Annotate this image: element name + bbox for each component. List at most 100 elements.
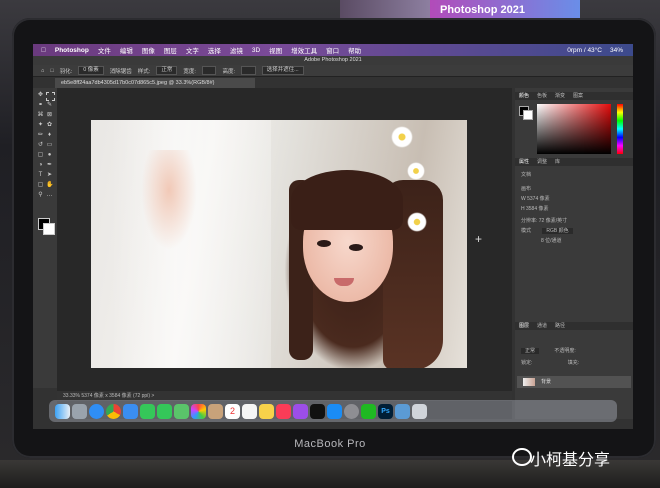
messages-icon[interactable] [157, 403, 172, 419]
trash-icon[interactable] [412, 403, 427, 419]
contacts-icon[interactable] [208, 403, 223, 419]
bg-color-chip[interactable] [523, 110, 533, 120]
more-tools-icon[interactable]: … [46, 192, 53, 199]
finder-icon[interactable] [55, 403, 70, 419]
mac-menubar:  Photoshop 文件 编辑 图像 图层 文字 选择 滤镜 3D 视图 增… [33, 44, 633, 56]
lock-label: 锁定: [521, 360, 533, 366]
chrome-icon[interactable] [106, 403, 121, 419]
menu-window[interactable]: 窗口 [326, 45, 339, 55]
wechat-icon[interactable] [361, 403, 376, 419]
facetime-icon[interactable] [140, 403, 155, 419]
menu-type[interactable]: 文字 [186, 45, 199, 55]
quick-select-icon[interactable]: ✎ [46, 102, 53, 109]
tab-properties[interactable]: 属性 [519, 158, 529, 166]
photos-icon[interactable] [191, 403, 206, 419]
width-input[interactable] [201, 66, 217, 75]
finder2-icon[interactable] [395, 403, 410, 419]
marquee-tool-icon[interactable] [46, 92, 55, 101]
width-field[interactable]: W 5374 像素 [521, 196, 627, 202]
mode-select[interactable]: RGB 颜色 [542, 228, 573, 234]
type-tool-icon[interactable]: T [37, 172, 44, 179]
pen-tool-icon[interactable]: ✒ [46, 162, 53, 169]
reminders-icon[interactable] [242, 403, 257, 419]
path-select-icon[interactable]: ➤ [46, 172, 53, 179]
mac-dock: 2 Ps [49, 400, 617, 422]
frame-tool-icon[interactable]: ⊠ [46, 112, 53, 119]
photoshop-icon[interactable]: Ps [378, 403, 393, 419]
height-field[interactable]: H 3584 像素 [521, 206, 627, 212]
eraser-icon[interactable]: ▭ [46, 142, 53, 149]
tab-channels[interactable]: 通道 [537, 322, 547, 330]
history-brush-icon[interactable]: ↺ [37, 142, 44, 149]
move-tool-icon[interactable]: ✥ [37, 92, 44, 99]
tab-swatches[interactable]: 色板 [537, 92, 547, 100]
menu-3d[interactable]: 3D [252, 47, 260, 54]
marquee-tool-icon[interactable]: □ [50, 68, 53, 74]
healing-brush-icon[interactable]: ✿ [46, 122, 53, 129]
maps-icon[interactable] [174, 403, 189, 419]
document-tab[interactable]: eb5e8ff24aa7db4305d17b0c07d865c5.jpeg @ … [55, 78, 255, 88]
crop-tool-icon[interactable]: ⌘ [37, 112, 44, 119]
apple-icon[interactable]:  [41, 47, 46, 54]
crosshair-cursor-icon: + [475, 232, 483, 246]
tab-layers[interactable]: 图层 [519, 322, 529, 330]
menu-view[interactable]: 视图 [269, 45, 282, 55]
style-label: 样式: [137, 68, 151, 75]
tab-paths[interactable]: 路径 [555, 322, 565, 330]
style-select[interactable]: 正常 [156, 66, 178, 75]
antialias-checkbox[interactable]: 消除锯齿 [110, 67, 132, 75]
menu-image[interactable]: 图像 [142, 45, 155, 55]
tab-libraries[interactable]: 库 [555, 158, 560, 166]
menu-file[interactable]: 文件 [98, 45, 111, 55]
menu-layer[interactable]: 图层 [164, 45, 177, 55]
hue-slider[interactable] [617, 104, 623, 154]
menu-edit[interactable]: 编辑 [120, 45, 133, 55]
notes-icon[interactable] [259, 403, 274, 419]
preferences-icon[interactable] [344, 403, 359, 419]
gradient-tool-icon[interactable]: ▢ [37, 152, 44, 159]
feather-label: 羽化: [59, 68, 73, 75]
fan-status[interactable]: 0rpm / 43°C [567, 47, 602, 54]
battery-status[interactable]: 34% [610, 47, 623, 54]
mail-icon[interactable] [123, 403, 138, 419]
select-mask-button[interactable]: 选择并遮住... [261, 66, 304, 75]
shape-tool-icon[interactable]: ▢ [37, 182, 44, 189]
depth-select[interactable]: 8 位/通道 [521, 238, 627, 244]
blend-mode-select[interactable]: 正常 [521, 348, 540, 354]
dodge-tool-icon[interactable]: ◑ [37, 162, 44, 169]
document-photo[interactable] [91, 120, 467, 368]
menu-help[interactable]: 帮助 [348, 45, 361, 55]
home-icon[interactable]: ⌂ [41, 68, 44, 74]
tab-color[interactable]: 颜色 [519, 92, 529, 100]
opacity-label: 不透明度: [554, 348, 576, 354]
tab-adjustments[interactable]: 调整 [537, 158, 547, 166]
left-eye [317, 240, 331, 247]
blur-tool-icon[interactable]: ● [46, 152, 53, 159]
tv-icon[interactable] [310, 403, 325, 419]
color-picker-field[interactable] [537, 104, 611, 154]
resolution-field[interactable]: 分辨率: 72 像素/英寸 [521, 218, 627, 224]
hand-tool-icon[interactable]: ✋ [46, 182, 53, 189]
zoom-tool-icon[interactable]: ⚲ [37, 192, 44, 199]
feather-input[interactable]: 0 像素 [78, 66, 104, 75]
eyedropper-icon[interactable]: ✦ [37, 122, 44, 129]
launchpad-icon[interactable] [72, 403, 87, 419]
stamp-tool-icon[interactable]: ♦ [46, 132, 53, 139]
background-color-swatch[interactable] [43, 223, 55, 235]
height-input[interactable] [241, 66, 256, 75]
tab-patterns[interactable]: 图案 [573, 92, 583, 100]
safari-icon[interactable] [89, 403, 104, 419]
lasso-tool-icon[interactable]: ⚭ [37, 102, 44, 109]
tab-gradients[interactable]: 渐变 [555, 92, 565, 100]
music-icon[interactable] [276, 403, 291, 419]
menu-select[interactable]: 选择 [208, 45, 221, 55]
calendar-icon[interactable]: 2 [225, 403, 240, 419]
menu-photoshop[interactable]: Photoshop [55, 47, 89, 54]
menu-plugins[interactable]: 增效工具 [291, 45, 317, 55]
brush-tool-icon[interactable]: ✏ [37, 132, 44, 139]
lock-row: 锁定: 填充: [521, 360, 627, 366]
appstore-icon[interactable] [327, 403, 342, 419]
menu-filter[interactable]: 滤镜 [230, 45, 243, 55]
podcasts-icon[interactable] [293, 403, 308, 419]
properties-panel-tabs: 属性 调整 库 [515, 158, 633, 166]
